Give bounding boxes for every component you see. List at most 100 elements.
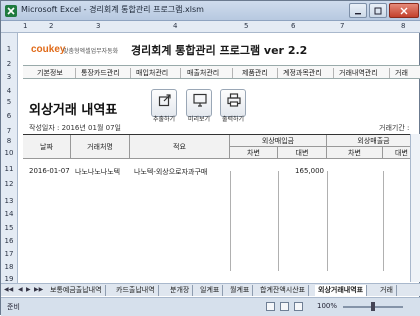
row-vendor-cell[interactable]: 나노나노나노텍 (75, 167, 120, 177)
page-break-icon[interactable] (294, 302, 303, 311)
column-header[interactable]: 2 (49, 22, 53, 30)
row-header[interactable]: 8 (1, 137, 17, 145)
extract-label[interactable]: 추출하기 (148, 114, 180, 123)
row-header[interactable]: 17 (1, 250, 17, 258)
sheet-tab[interactable]: 카드출납내역 (113, 285, 159, 296)
row-header[interactable]: 12 (1, 180, 17, 188)
nav-separator (333, 68, 334, 78)
zoom-slider-thumb[interactable] (371, 302, 375, 311)
period-label: 거래기간 : (379, 124, 410, 132)
column-header-bar: 1 2 3 4 5 6 7 8 (1, 21, 420, 33)
row-summary-cell[interactable]: 나노텍-외상으로자과구매 (134, 167, 207, 177)
zoom-level[interactable]: 100% (317, 302, 337, 310)
nav-separator (277, 68, 278, 78)
page-title: 외상거래 내역표 (29, 103, 118, 118)
next-sheet-icon[interactable]: ▶ (26, 286, 31, 293)
sheet-tab[interactable]: 분개장 (167, 285, 194, 296)
prev-sheet-icon[interactable]: ◀ (18, 286, 23, 293)
nav-sales-vendor[interactable]: 매출처관리 (187, 68, 219, 78)
col-credit-header[interactable]: 대변 (278, 147, 327, 159)
preview-button[interactable] (186, 89, 212, 117)
column-header[interactable]: 6 (291, 22, 295, 30)
print-label[interactable]: 출력하기 (217, 114, 249, 123)
excel-window: Microsoft Excel - 경리회계 통합관리 프로그램.xlsm 1 … (0, 0, 420, 316)
monitor-icon (193, 93, 207, 107)
sheet-tab-bar: ◀◀ ◀ ▶ ▶▶ 보통예금출납내역 카드출납내역 분개장 일계표 월계표 합계… (1, 283, 420, 296)
maximize-button[interactable] (369, 3, 387, 18)
row-header[interactable]: 5 (1, 98, 17, 106)
nav-product[interactable]: 제품관리 (242, 68, 268, 78)
col-debit-header[interactable]: 차변 (230, 147, 278, 159)
app-title: 경리회계 통합관리 프로그램 ver 2.2 (131, 44, 308, 57)
nav-transactions[interactable]: 거래내역관리 (339, 68, 378, 78)
column-header[interactable]: 3 (96, 22, 100, 30)
zoom-slider[interactable] (343, 302, 403, 311)
title-bar: Microsoft Excel - 경리회계 통합관리 프로그램.xlsm (1, 1, 420, 21)
col-date-header[interactable]: 날짜 (23, 135, 71, 159)
row-header[interactable]: 3 (1, 73, 17, 81)
col-debit2-header[interactable]: 차변 (327, 147, 383, 159)
ledger-table: 날짜 거래처명 적요 외상매입금 차변 대변 외상매출금 차변 대변 2016-… (23, 134, 420, 271)
nav-separator (232, 68, 233, 78)
column-divider (278, 171, 279, 271)
payable-group-header[interactable]: 외상매입금 (230, 135, 327, 147)
status-bar: 준비 100% (1, 297, 420, 316)
normal-view-icon[interactable] (266, 302, 275, 311)
row-header[interactable]: 14 (1, 210, 17, 218)
row-header[interactable]: 4 (1, 87, 17, 95)
ready-status: 준비 (7, 303, 20, 311)
sheet-tab[interactable]: 월계표 (227, 285, 254, 296)
row-credit-cell[interactable]: 165,000 (280, 167, 324, 175)
column-header[interactable]: 8 (401, 22, 405, 30)
sheet-tab-active[interactable]: 외상거래내역표 (315, 285, 368, 296)
nav-separator (180, 68, 181, 78)
receivable-group-header[interactable]: 외상매출금 (327, 135, 420, 147)
sheet-tab[interactable]: 일계표 (197, 285, 224, 296)
column-header[interactable]: 7 (340, 22, 344, 30)
row-header[interactable]: 15 (1, 224, 17, 232)
row-header[interactable]: 18 (1, 263, 17, 271)
column-header[interactable]: 4 (173, 22, 177, 30)
row-header[interactable]: 11 (1, 165, 17, 173)
nav-purchase-vendor[interactable]: 매입처관리 (136, 68, 168, 78)
sheet-tab[interactable]: 거래 (377, 285, 397, 296)
coukey-logo: coukey (31, 44, 66, 55)
sheet-tab[interactable]: 보통예금출납내역 (47, 285, 106, 296)
page-layout-icon[interactable] (280, 302, 289, 311)
column-header[interactable]: 5 (244, 22, 248, 30)
row-header-bar: 1 2 3 4 5 6 7 8 10 11 12 13 14 15 16 17 … (1, 33, 18, 283)
first-sheet-icon[interactable]: ◀◀ (4, 286, 13, 293)
close-button[interactable] (389, 3, 419, 18)
sheet-tab[interactable]: 합계잔액시산표 (257, 285, 310, 296)
nav-more[interactable]: 거래 (395, 68, 408, 78)
vertical-scrollbar[interactable] (410, 134, 420, 282)
nav-basic-info[interactable]: 기본정보 (37, 68, 63, 78)
main-nav: 기본정보 통장카드관리 매입처관리 매출처관리 제품관리 계정과목관리 거래내역… (23, 65, 420, 79)
minimize-button[interactable] (349, 3, 367, 18)
column-divider (383, 171, 384, 271)
col-summary-header[interactable]: 적요 (130, 135, 230, 159)
logo-tagline: 맞춤형엑셀업무자동화 (63, 48, 119, 55)
print-button[interactable] (220, 89, 246, 117)
row-date-cell[interactable]: 2016-01-07 (29, 167, 70, 175)
column-divider (230, 171, 231, 271)
row-header[interactable]: 2 (1, 60, 17, 68)
nav-separator (389, 68, 390, 78)
row-header[interactable]: 1 (1, 45, 17, 53)
column-divider (327, 171, 328, 271)
row-header[interactable]: 10 (1, 149, 17, 157)
row-header[interactable]: 6 (1, 112, 17, 120)
last-sheet-icon[interactable]: ▶▶ (34, 286, 43, 293)
extract-button[interactable] (151, 89, 177, 117)
row-header[interactable]: 13 (1, 197, 17, 205)
preview-label[interactable]: 미리보기 (183, 114, 215, 123)
nav-bank-card[interactable]: 통장카드관리 (81, 68, 120, 78)
export-icon (158, 94, 171, 107)
row-header[interactable]: 7 (1, 127, 17, 135)
row-header[interactable]: 16 (1, 237, 17, 245)
column-header[interactable]: 1 (23, 22, 27, 30)
excel-app-icon[interactable] (5, 5, 17, 17)
nav-account[interactable]: 계정과목관리 (283, 68, 322, 78)
row-header[interactable]: 19 (1, 275, 17, 283)
col-vendor-header[interactable]: 거래처명 (71, 135, 130, 159)
